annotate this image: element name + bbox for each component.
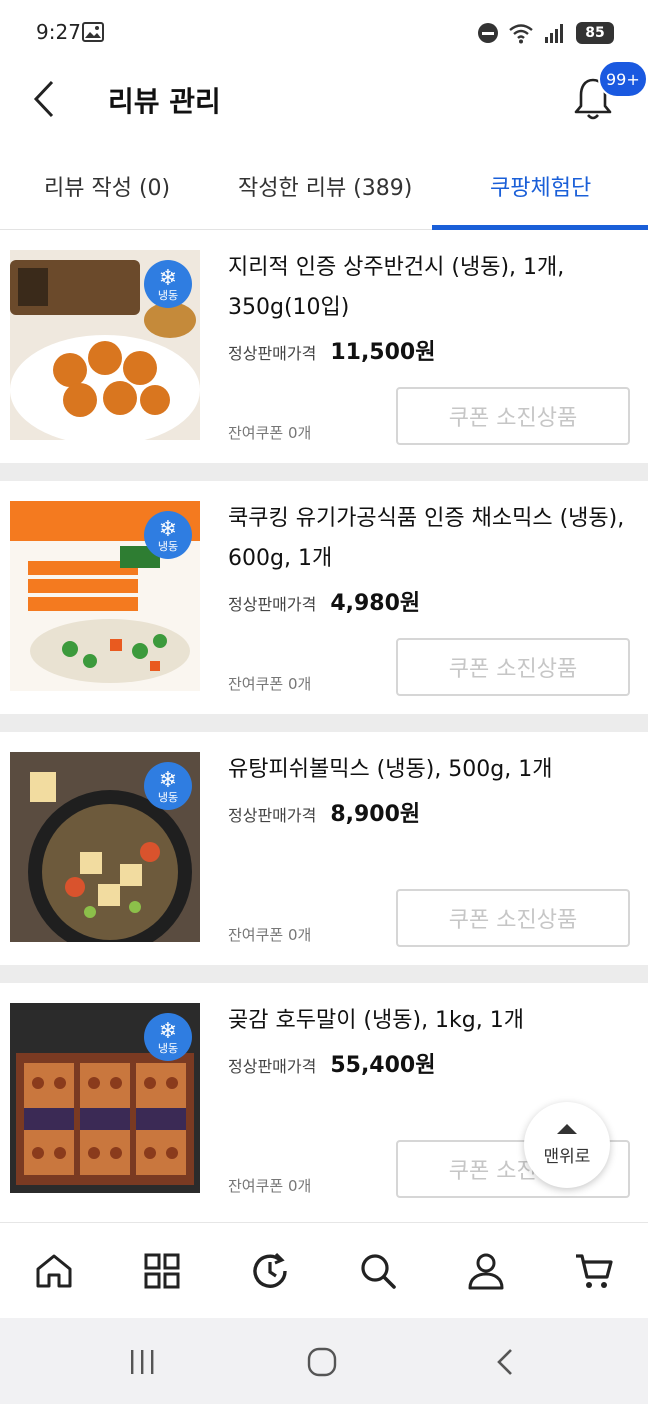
snowflake-icon: ❄ — [158, 265, 178, 291]
product-name: 지리적 인증 상주반건시 (냉동), 1개, 350g(10입) — [228, 255, 565, 320]
product-item[interactable]: ❄ 냉동 유탕피쉬볼믹스 (냉동), 500g, 1개 정상판매가격 8,900원… — [0, 732, 648, 965]
page-title: 리뷰 관리 — [108, 85, 221, 118]
tab-coupang-experience[interactable]: 쿠팡체험단 — [490, 170, 591, 202]
status-bar: 9:27 85 — [0, 0, 648, 64]
divider — [0, 714, 648, 732]
remaining-coupons: 잔여쿠폰 0개 — [228, 926, 312, 944]
price-row: 정상판매가격 55,400원 — [228, 1047, 435, 1079]
frozen-badge: ❄ 냉동 — [144, 260, 192, 308]
home-icon — [36, 1254, 72, 1287]
price-row: 정상판매가격 11,500원 — [228, 334, 435, 366]
battery-indicator: 85 — [576, 22, 614, 44]
product-image: ❄ 냉동 — [10, 250, 200, 440]
coupon-soldout-button[interactable]: 쿠폰 소진상품 — [396, 638, 630, 696]
back-chevron-icon — [497, 1349, 512, 1375]
system-navigation-bar — [0, 1318, 648, 1404]
status-icons: 85 — [478, 20, 614, 46]
tab-bar: 리뷰 작성 (0) 작성한 리뷰 (389) 쿠팡체험단 — [0, 148, 648, 230]
price-label: 정상판매가격 — [228, 595, 317, 614]
remaining-coupons: 잔여쿠폰 0개 — [228, 1177, 312, 1195]
back-button[interactable] — [486, 1344, 526, 1380]
divider — [0, 965, 648, 983]
price-value: 11,500원 — [330, 340, 436, 365]
remaining-coupons: 잔여쿠폰 0개 — [228, 424, 312, 442]
back-arrow-icon[interactable] — [26, 74, 66, 124]
profile-icon — [468, 1253, 504, 1289]
product-name: 곶감 호두말이 (냉동), 1kg, 1개 — [228, 1008, 524, 1033]
frozen-badge: ❄ 냉동 — [144, 1013, 192, 1061]
wifi-icon — [509, 24, 533, 44]
recent-apps-icon — [131, 1350, 154, 1374]
image-notification-icon — [82, 22, 104, 42]
snowflake-icon: ❄ — [158, 516, 178, 542]
price-row: 정상판매가격 8,900원 — [228, 796, 420, 828]
recent-icon — [253, 1252, 287, 1288]
status-time: 9:27 — [36, 20, 81, 44]
price-value: 55,400원 — [330, 1053, 436, 1078]
price-value: 8,900원 — [330, 802, 421, 827]
product-image: ❄ 냉동 — [10, 752, 200, 942]
home-circle-icon — [307, 1347, 337, 1377]
price-label: 정상판매가격 — [228, 344, 317, 363]
product-image: ❄ 냉동 — [10, 1003, 200, 1193]
divider — [0, 463, 648, 481]
snowflake-icon: ❄ — [158, 767, 178, 793]
frozen-badge: ❄ 냉동 — [144, 511, 192, 559]
coupon-soldout-button[interactable]: 쿠폰 소진상품 — [396, 387, 630, 445]
nav-search[interactable] — [348, 1241, 408, 1301]
signal-icon — [545, 24, 563, 43]
nav-cart[interactable] — [564, 1241, 624, 1301]
product-name: 유탕피쉬볼믹스 (냉동), 500g, 1개 — [228, 757, 553, 782]
tab-write-review[interactable]: 리뷰 작성 (0) — [44, 170, 170, 202]
snowflake-icon: ❄ — [158, 1018, 178, 1044]
scroll-to-top-button[interactable]: 맨위로 — [524, 1102, 610, 1188]
product-image: ❄ 냉동 — [10, 501, 200, 691]
recent-apps-button[interactable] — [122, 1344, 162, 1380]
nav-categories[interactable] — [132, 1241, 192, 1301]
scroll-to-top-label: 맨위로 — [543, 1146, 591, 1167]
product-name: 쿡쿠킹 유기가공식품 인증 채소믹스 (냉동), 600g, 1개 — [228, 506, 625, 571]
product-list: ❄ 냉동 지리적 인증 상주반건시 (냉동), 1개, 350g(10입) 정상판… — [0, 230, 648, 1216]
tab-written-reviews[interactable]: 작성한 리뷰 (389) — [238, 170, 412, 202]
nav-home[interactable] — [24, 1241, 84, 1301]
search-icon — [361, 1253, 396, 1289]
notification-badge: 99+ — [598, 60, 648, 98]
coupon-soldout-button[interactable]: 쿠폰 소진상품 — [396, 889, 630, 947]
product-item[interactable]: ❄ 냉동 쿡쿠킹 유기가공식품 인증 채소믹스 (냉동), 600g, 1개 정상… — [0, 481, 648, 714]
home-button[interactable] — [302, 1344, 342, 1380]
price-label: 정상판매가격 — [228, 806, 317, 825]
app-header: 리뷰 관리 99+ — [0, 60, 648, 148]
price-label: 정상판매가격 — [228, 1057, 317, 1076]
categories-icon — [144, 1253, 180, 1288]
nav-recent[interactable] — [240, 1241, 300, 1301]
frozen-badge: ❄ 냉동 — [144, 762, 192, 810]
cart-icon — [576, 1253, 613, 1288]
bottom-navigation — [0, 1222, 648, 1318]
arrow-up-icon — [557, 1123, 577, 1134]
do-not-disturb-icon — [478, 23, 498, 43]
remaining-coupons: 잔여쿠폰 0개 — [228, 675, 312, 693]
nav-profile[interactable] — [456, 1241, 516, 1301]
price-value: 4,980원 — [330, 591, 421, 616]
product-item[interactable]: ❄ 냉동 지리적 인증 상주반건시 (냉동), 1개, 350g(10입) 정상판… — [0, 230, 648, 463]
price-row: 정상판매가격 4,980원 — [228, 585, 420, 617]
